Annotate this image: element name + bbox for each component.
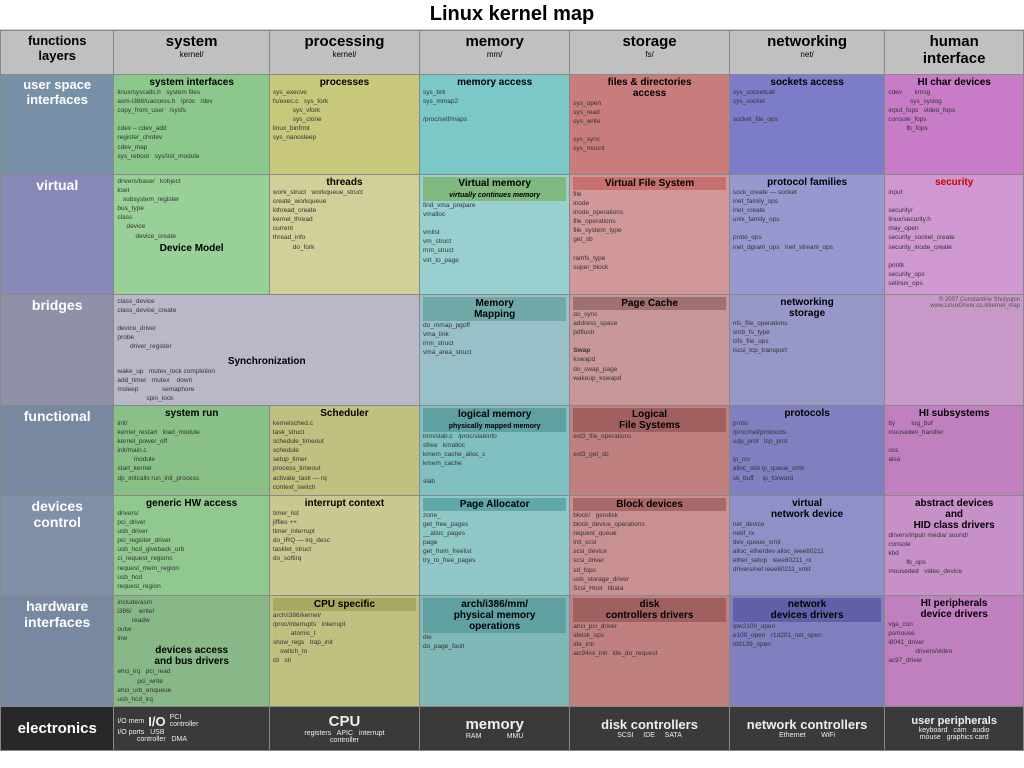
- col-header-hi: human interface: [885, 31, 1024, 75]
- row-label-hardware: hardwareinterfaces: [1, 595, 114, 706]
- cell-user-processing: processes sys_execve fs/exec.c sys_fork …: [269, 75, 419, 175]
- col-header-networking: networking net/: [729, 31, 884, 75]
- cell-hw-system: include/asm i386/ writel readw outw inw …: [114, 595, 269, 706]
- row-label-user-space: user spaceinterfaces: [1, 75, 114, 175]
- row-label-devices: devicescontrol: [1, 495, 114, 595]
- row-label-functional: functional: [1, 405, 114, 495]
- col-header-functions: functionslayers: [1, 31, 114, 75]
- cell-dev-networking: virtualnetwork device net_device netif_r…: [729, 495, 884, 595]
- cell-virtual-processing: threads work_struct workqueue_struct cre…: [269, 175, 419, 295]
- cell-user-storage: files & directoriesaccess sys_open sys_r…: [570, 75, 730, 175]
- cell-user-networking: sockets access sys_socketcall sys_socket…: [729, 75, 884, 175]
- col-header-storage: storage fs/: [570, 31, 730, 75]
- linux-kernel-map: Linux kernel map functionslayers system …: [0, 0, 1024, 768]
- cell-bridges-storage: Page Cache do_sync address_space pdflush…: [570, 295, 730, 406]
- cell-func-networking: protocols proto /proc/net/protocols udp_…: [729, 405, 884, 495]
- cell-func-storage: LogicalFile Systems ext3_file_operations…: [570, 405, 730, 495]
- cell-virtual-networking: protocol families sock_create — socket i…: [729, 175, 884, 295]
- cell-virtual-system: drivers/base/ kobject kset subsystem_reg…: [114, 175, 269, 295]
- elec-peripherals: user peripherals keyboard cam audiomouse…: [885, 706, 1024, 750]
- elec-network: network controllers Ethernet WiFi: [729, 706, 884, 750]
- elec-memory: memory RAM MMU: [420, 706, 570, 750]
- cell-bridges-memory: MemoryMapping do_mmap_pgoff vma_link mm_…: [420, 295, 570, 406]
- cell-func-processing: Scheduler kernelsched.c task_struct sche…: [269, 405, 419, 495]
- kernel-map-table: functionslayers system kernel/ processin…: [0, 30, 1024, 751]
- cell-func-hi: HI subsystems tty log_buf mousedev_handl…: [885, 405, 1024, 495]
- cell-func-memory: logical memoryphysically mapped memory m…: [420, 405, 570, 495]
- elec-disk: disk controllers SCSI IDE SATA: [570, 706, 730, 750]
- cell-hw-storage: diskcontrollers drivers ahci_pci_driver …: [570, 595, 730, 706]
- row-label-bridges: bridges: [1, 295, 114, 406]
- cell-virtual-memory: Virtual memoryvirtually continues memory…: [420, 175, 570, 295]
- cell-bridges-system-proc: class_device class_device_create device_…: [114, 295, 420, 406]
- row-label-virtual: virtual: [1, 175, 114, 295]
- cell-user-memory: memory access sys_brk sys_mmap2 /proc/se…: [420, 75, 570, 175]
- electronics-label: electronics: [1, 706, 114, 750]
- cell-func-system: system run init/ kernel_restart load_mod…: [114, 405, 269, 495]
- cell-dev-processing: interrupt context timer_list jiffies ++ …: [269, 495, 419, 595]
- cell-hw-hi: HI peripheralsdevice drivers vga_con psm…: [885, 595, 1024, 706]
- col-header-system: system kernel/: [114, 31, 269, 75]
- cell-hw-networking: networkdevices drivers ipw2100_open e100…: [729, 595, 884, 706]
- cell-dev-system: generic HW access drivers/ pci_driver us…: [114, 495, 269, 595]
- cell-hw-processing: CPU specific arch/i386/kernel/ /proc/int…: [269, 595, 419, 706]
- elec-io: I/O mem I/O PCIcontroller I/O ports USB …: [114, 706, 269, 750]
- cell-user-system: system interfaces linux/syscalls.h syste…: [114, 75, 269, 175]
- cell-bridges-networking: networkingstorage nfs_file_operations sm…: [729, 295, 884, 406]
- col-header-processing: processing kernel/: [269, 31, 419, 75]
- cell-user-hi: HI char devices cdev kmsg sys_syslog inp…: [885, 75, 1024, 175]
- cell-hw-memory: arch/i386/mm/physical memoryoperations d…: [420, 595, 570, 706]
- col-header-memory: memory mm/: [420, 31, 570, 75]
- cell-virtual-hi: security input security/ linux/security.…: [885, 175, 1024, 295]
- cell-virtual-storage: Virtual File System file inode inode_ope…: [570, 175, 730, 295]
- cell-bridges-hi: © 2007 Constantine Shulyupinwww.LinuxDri…: [885, 295, 1024, 406]
- cell-dev-storage: Block devices block/ gendisk block_devic…: [570, 495, 730, 595]
- cell-dev-memory: Page Allocator zone_ get_free_pages __al…: [420, 495, 570, 595]
- elec-cpu: CPU registers APIC interruptcontroller: [269, 706, 419, 750]
- cell-dev-hi: abstract devicesandHID class drivers dri…: [885, 495, 1024, 595]
- main-title: Linux kernel map: [0, 0, 1024, 30]
